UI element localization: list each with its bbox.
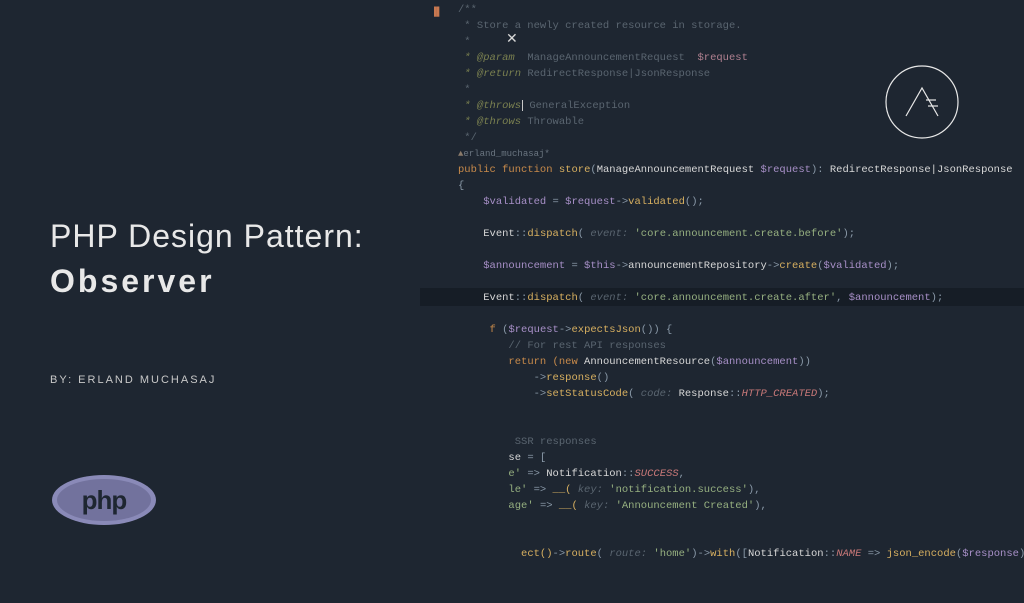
article-title: PHP Design Pattern: Observer [50, 218, 364, 300]
docblock-desc: * Store a newly created resource in stor… [458, 20, 742, 32]
param-tag: * @param [458, 52, 515, 64]
title-line-1: PHP Design Pattern: [50, 218, 364, 255]
docblock-open: /** [458, 4, 477, 16]
fn-name: store [559, 164, 591, 176]
throws-tag: * @throws [458, 100, 521, 112]
php-logo-icon: php [50, 474, 158, 526]
docblock-close: */ [458, 132, 477, 144]
svg-text:php: php [82, 485, 127, 515]
comment-api: // For rest API responses [508, 340, 666, 352]
docblock-blank: * [458, 36, 471, 48]
fn-visibility: public [458, 164, 496, 176]
return-tag: * @return [458, 68, 521, 80]
title-line-2: Observer [50, 263, 364, 300]
editor-gutter: ▐▌ [420, 0, 446, 603]
code-content[interactable]: /** * Store a newly created resource in … [458, 2, 1024, 562]
comment-ssr: SSR responses [508, 436, 596, 448]
author-annotation: erland_muchasaj* [463, 149, 549, 159]
author-byline: BY: ERLAND MUCHASAJ [50, 374, 216, 386]
code-editor: ▐▌ ✕ /** * Store a newly created resourc… [420, 0, 1024, 603]
bookmark-icon: ▐▌ [420, 4, 442, 20]
